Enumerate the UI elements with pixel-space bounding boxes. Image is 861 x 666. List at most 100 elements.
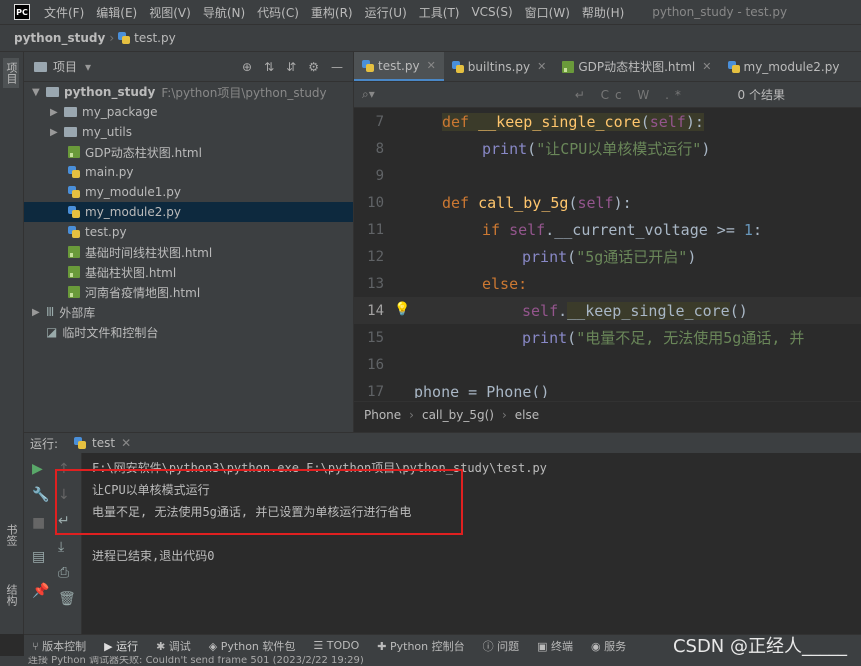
- locate-icon[interactable]: ⊕: [242, 60, 252, 74]
- python-file-icon: [68, 206, 80, 218]
- tab-debug[interactable]: ✱ 调试: [156, 638, 191, 654]
- folder-icon: [64, 107, 77, 117]
- tab-run[interactable]: ▶ 运行: [104, 638, 138, 654]
- line-number: 13: [367, 275, 384, 292]
- breadcrumb-project[interactable]: python_study: [14, 31, 105, 45]
- tree-item-map-html[interactable]: 河南省疫情地图.html: [24, 282, 353, 302]
- tree-item-my-module2[interactable]: my_module2.py: [24, 202, 353, 222]
- project-panel-tools: ⊕ ⇅ ⇵ ⚙ —: [242, 60, 353, 74]
- code-line: 13 else:: [354, 270, 861, 297]
- tree-item-label: main.py: [85, 165, 134, 179]
- tab-gdp-html[interactable]: GDP动态柱状图.html ✕: [554, 52, 719, 81]
- line-number: 11: [367, 221, 384, 238]
- search-icon[interactable]: ⌕▾: [362, 87, 375, 102]
- chevron-down-icon[interactable]: ▼: [32, 87, 46, 98]
- breadcrumb-method[interactable]: call_by_5g(): [422, 408, 494, 422]
- wrench-icon[interactable]: 🔧: [32, 487, 49, 503]
- line-number: 15: [367, 329, 384, 346]
- tree-item-test-py[interactable]: test.py: [24, 222, 353, 242]
- tree-item-label: 外部库: [59, 305, 96, 320]
- gear-icon[interactable]: ⚙: [308, 60, 319, 74]
- chevron-right-icon[interactable]: ▶: [50, 107, 64, 118]
- structure-tool-tab[interactable]: 结构: [3, 584, 19, 606]
- tree-item-my-utils[interactable]: ▶ my_utils: [24, 122, 353, 142]
- chevron-right-icon[interactable]: ▶: [50, 127, 64, 138]
- tree-item-scratches[interactable]: ◪ 临时文件和控制台: [24, 322, 353, 342]
- tab-services[interactable]: ◉ 服务: [591, 638, 626, 654]
- python-file-icon: [362, 59, 374, 72]
- console-line: 进程已结束,退出代码0: [92, 549, 215, 563]
- close-icon[interactable]: ✕: [702, 60, 711, 73]
- search-bar[interactable]: ⌕▾ ↵ Cc W .* 0 个结果: [354, 82, 861, 108]
- chevron-down-icon[interactable]: ▾: [85, 60, 91, 74]
- lightbulb-icon[interactable]: 💡: [394, 302, 410, 317]
- collapse-all-icon[interactable]: ⇵: [286, 60, 296, 74]
- layout-icon[interactable]: ▤: [32, 549, 45, 565]
- close-icon[interactable]: ✕: [427, 59, 436, 72]
- pycharm-logo: PC: [14, 4, 30, 20]
- menu-edit[interactable]: 编辑(E): [90, 4, 143, 21]
- menu-code[interactable]: 代码(C): [251, 4, 305, 21]
- stop-icon[interactable]: ■: [32, 515, 45, 531]
- run-tab-label: test: [92, 436, 116, 450]
- window-title: python_study - test.py: [652, 5, 788, 19]
- tab-my-module2-py[interactable]: my_module2.py: [720, 52, 848, 81]
- code-line: 17 phone = Phone(): [354, 378, 861, 399]
- tree-item-gdp-html[interactable]: GDP动态柱状图.html: [24, 142, 353, 162]
- expand-all-icon[interactable]: ⇅: [264, 60, 274, 74]
- tab-test-py[interactable]: test.py ✕: [354, 52, 444, 81]
- breadcrumb-file[interactable]: test.py: [134, 31, 176, 45]
- menu-help[interactable]: 帮助(H): [576, 4, 630, 21]
- editor-area: test.py ✕ builtins.py ✕ GDP动态柱状图.html ✕ …: [353, 52, 861, 432]
- menu-file[interactable]: 文件(F): [38, 4, 90, 21]
- project-panel-title[interactable]: 项目: [53, 58, 77, 75]
- hide-icon[interactable]: —: [331, 60, 343, 74]
- line-number: 14: [367, 302, 384, 319]
- breadcrumb-block[interactable]: else: [515, 408, 539, 422]
- tree-item-main-py[interactable]: main.py: [24, 162, 353, 182]
- close-icon[interactable]: ✕: [537, 60, 546, 73]
- menu-refactor[interactable]: 重构(R): [305, 4, 359, 21]
- menu-view[interactable]: 视图(V): [143, 4, 197, 21]
- menu-navigate[interactable]: 导航(N): [197, 4, 251, 21]
- menu-vcs[interactable]: VCS(S): [465, 5, 518, 19]
- tab-python-packages[interactable]: ◈ Python 软件包: [209, 638, 296, 654]
- tree-item-timeline-html[interactable]: 基础时间线柱状图.html: [24, 242, 353, 262]
- menu-tools[interactable]: 工具(T): [413, 4, 466, 21]
- tab-version-control[interactable]: ⑂ 版本控制: [32, 638, 86, 654]
- project-panel: 项目 ▾ ⊕ ⇅ ⇵ ⚙ — ▼ python_study F:\python项…: [24, 52, 353, 432]
- tree-root[interactable]: ▼ python_study F:\python项目\python_study: [24, 82, 353, 102]
- tree-item-my-package[interactable]: ▶ my_package: [24, 102, 353, 122]
- tab-python-console[interactable]: ✚ Python 控制台: [377, 638, 464, 654]
- tab-builtins-py[interactable]: builtins.py ✕: [444, 52, 555, 81]
- tab-todo[interactable]: ☰ TODO: [313, 639, 359, 652]
- chevron-right-icon[interactable]: ▶: [32, 307, 46, 318]
- run-tab-test[interactable]: test ✕: [74, 436, 131, 450]
- python-file-icon: [727, 60, 740, 73]
- tab-problems[interactable]: ⓘ 问题: [483, 638, 520, 654]
- breadcrumb-separator: ›: [109, 31, 115, 45]
- tab-terminal[interactable]: ▣ 终端: [537, 638, 573, 654]
- pin-icon[interactable]: 📌: [32, 583, 49, 599]
- bookmarks-tool-tab[interactable]: 书签: [3, 524, 19, 546]
- breadcrumb-class[interactable]: Phone: [364, 408, 401, 422]
- tree-item-external-libs[interactable]: ▶ Ⅲ 外部库: [24, 302, 353, 322]
- trash-icon[interactable]: 🗑: [58, 591, 76, 607]
- menu-run[interactable]: 运行(U): [359, 4, 413, 21]
- tree-item-my-module1[interactable]: my_module1.py: [24, 182, 353, 202]
- code-text: print("让CPU以单核模式运行"): [482, 140, 711, 158]
- scratches-icon: ◪: [46, 325, 58, 339]
- tree-item-bar-html[interactable]: 基础柱状图.html: [24, 262, 353, 282]
- close-icon[interactable]: ✕: [121, 436, 131, 450]
- line-number: 16: [367, 356, 384, 373]
- print-icon[interactable]: ⎙: [58, 565, 69, 581]
- code-view[interactable]: 7 def __keep_single_core(self): 8 print(…: [354, 108, 861, 398]
- html-file-icon: [562, 60, 575, 73]
- folder-icon: [46, 87, 59, 97]
- tree-item-label: my_package: [82, 105, 158, 119]
- scroll-to-end-icon[interactable]: ⤓: [58, 539, 64, 555]
- rerun-icon[interactable]: ▶: [32, 461, 43, 477]
- project-tool-tab[interactable]: 项目: [3, 58, 19, 88]
- search-options-icon[interactable]: ↵ Cc W .*: [575, 88, 687, 102]
- menu-window[interactable]: 窗口(W): [519, 4, 576, 21]
